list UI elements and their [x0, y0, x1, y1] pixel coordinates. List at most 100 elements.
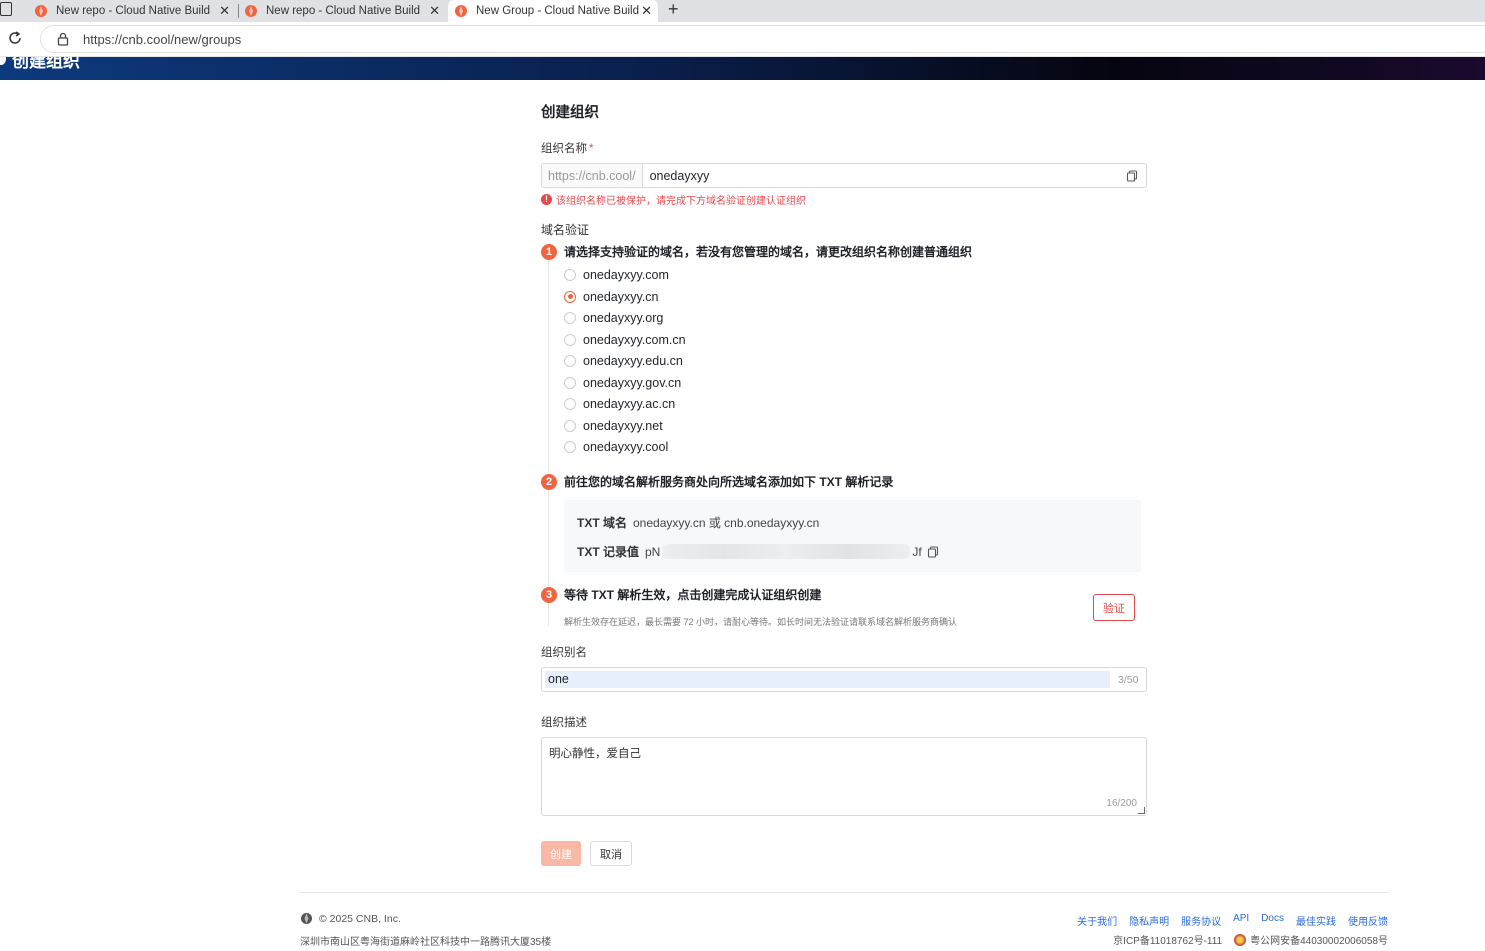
tab-title: New Group - Cloud Native Build	[476, 5, 639, 17]
txt-record-value-suffix: Jf	[912, 544, 922, 559]
domain-option[interactable]: onedayxyy.net	[564, 419, 663, 433]
browser-tab-1[interactable]: New repo - Cloud Native Build ✕	[28, 0, 236, 22]
copy-icon[interactable]	[927, 545, 939, 558]
radio-button[interactable]	[564, 312, 576, 324]
url-input[interactable]: https://cnb.cool/new/groups	[40, 25, 1485, 53]
radio-button[interactable]	[564, 419, 576, 432]
lock-icon[interactable]	[56, 32, 70, 46]
close-tab-icon[interactable]: ✕	[429, 3, 440, 19]
page-title: 创建组织	[541, 105, 599, 121]
step-1: 1 请选择支持验证的域名，若没有您管理的域名，请更改组织名称创建普通组织	[541, 243, 972, 260]
required-mark: *	[589, 143, 594, 155]
domain-option[interactable]: onedayxyy.com	[564, 268, 669, 282]
domain-option[interactable]: onedayxyy.gov.cn	[564, 376, 681, 390]
page-banner: 创建组织	[0, 57, 1485, 80]
radio-button[interactable]	[564, 376, 576, 389]
txt-domain-row: TXT 域名 onedayxyy.cn 或 cnb.onedayxyy.cn	[577, 514, 819, 531]
window-menu-icon[interactable]	[0, 2, 12, 16]
step-connector-line	[548, 602, 549, 626]
description-textarea[interactable]: 明心静性，爱自己 16/200	[541, 737, 1147, 816]
browser-tab-bar: New repo - Cloud Native Build ✕ New repo…	[0, 0, 1485, 22]
tab-title: New repo - Cloud Native Build	[266, 5, 421, 17]
cancel-button[interactable]: 取消	[590, 841, 632, 866]
footer-link-privacy[interactable]: 隐私声明	[1129, 913, 1169, 928]
alias-value[interactable]: one	[545, 671, 1110, 688]
url-text: https://cnb.cool/new/groups	[83, 31, 242, 47]
step-3-hint: 解析生效存在延迟，最长需要 72 小时，请耐心等待。如长时间无法验证请联系域名解…	[564, 617, 958, 627]
domain-label: onedayxyy.edu.cn	[583, 354, 683, 368]
footer-link-best-practices[interactable]: 最佳实践	[1296, 913, 1336, 928]
tab-title: New repo - Cloud Native Build	[56, 5, 211, 17]
browser-tab-3-active[interactable]: New Group - Cloud Native Build ✕	[448, 0, 658, 22]
description-value[interactable]: 明心静性，爱自己	[549, 745, 641, 761]
footer-link-api[interactable]: API	[1233, 913, 1249, 928]
cnb-logo-icon	[301, 913, 312, 924]
group-name-input[interactable]: https://cnb.cool/ onedayxyy	[541, 163, 1147, 188]
radio-button[interactable]	[564, 398, 576, 410]
radio-button[interactable]	[564, 333, 576, 346]
footer-link-terms[interactable]: 服务协议	[1181, 913, 1221, 928]
domain-option[interactable]: onedayxyy.cool	[564, 440, 668, 454]
radio-button[interactable]	[564, 441, 576, 453]
banner-title: 创建组织	[12, 57, 80, 71]
domain-verify-label: 域名验证	[541, 223, 590, 237]
group-name-label-text: 组织名称	[541, 143, 587, 155]
error-text: 该组织名称已被保护，请完成下方域名验证创建认证组织	[556, 196, 806, 207]
footer-link-docs[interactable]: Docs	[1261, 913, 1284, 928]
banner-logo	[0, 57, 6, 65]
txt-record-box: TXT 域名 onedayxyy.cn 或 cnb.onedayxyy.cn T…	[564, 500, 1141, 572]
step-number: 1	[541, 243, 557, 260]
alias-input[interactable]: one 3/50	[541, 667, 1147, 692]
step-connector-line	[548, 490, 549, 586]
domain-label: onedayxyy.cn	[583, 289, 659, 304]
domain-option[interactable]: onedayxyy.org	[564, 311, 663, 325]
icp-text[interactable]: 京ICP备11018762号-111	[1113, 932, 1222, 947]
create-button[interactable]: 创建	[541, 841, 581, 866]
footer-divider	[300, 892, 1388, 893]
domain-option[interactable]: onedayxyy.ac.cn	[564, 397, 675, 411]
txt-domain-value[interactable]: onedayxyy.cn 或 cnb.onedayxyy.cn	[633, 514, 819, 531]
police-record-text[interactable]: 粤公网安备44030002006058号	[1250, 932, 1388, 947]
domain-option[interactable]: onedayxyy.com.cn	[564, 333, 686, 347]
radio-button[interactable]	[564, 355, 576, 367]
alias-label: 组织别名	[541, 647, 587, 659]
radio-button-checked[interactable]	[564, 290, 576, 303]
step-2: 2 前往您的域名解析服务商处向所选域名添加如下 TXT 解析记录	[541, 473, 893, 490]
copyright-text: © 2025 CNB, Inc.	[319, 912, 401, 925]
domain-label: onedayxyy.gov.cn	[583, 375, 682, 390]
footer-copyright: © 2025 CNB, Inc.	[300, 912, 401, 925]
footer-link-about[interactable]: 关于我们	[1077, 913, 1117, 928]
close-tab-icon[interactable]: ✕	[219, 3, 230, 19]
police-badge-icon	[1234, 933, 1247, 946]
domain-label: onedayxyy.cool	[583, 440, 669, 454]
name-error-message: ! 该组织名称已被保护，请完成下方域名验证创建认证组织	[541, 192, 806, 207]
domain-label: onedayxyy.ac.cn	[583, 397, 676, 411]
new-tab-button[interactable]: +	[668, 0, 679, 20]
cnb-logo-icon	[455, 5, 467, 17]
cnb-logo-icon	[35, 5, 47, 17]
cnb-logo-icon	[245, 5, 257, 17]
domain-label: onedayxyy.com	[583, 268, 669, 282]
alias-counter: 3/50	[1118, 673, 1139, 686]
radio-button[interactable]	[564, 269, 576, 281]
description-label: 组织描述	[541, 717, 587, 729]
group-name-value[interactable]: onedayxyy	[650, 169, 1126, 183]
domain-label: onedayxyy.org	[583, 311, 664, 325]
address-bar: https://cnb.cool/new/groups	[0, 22, 1485, 57]
error-icon: !	[541, 194, 552, 205]
reload-icon[interactable]	[7, 30, 23, 46]
step-text: 前往您的域名解析服务商处向所选域名添加如下 TXT 解析记录	[564, 475, 894, 489]
resize-handle-icon[interactable]	[1138, 807, 1145, 814]
footer-link-feedback[interactable]: 使用反馈	[1348, 913, 1388, 928]
txt-domain-key: TXT 域名	[577, 516, 627, 530]
close-tab-icon[interactable]: ✕	[641, 3, 652, 19]
footer-address: 深圳市南山区粤海街道麻岭社区科技中一路腾讯大厦35楼	[300, 937, 552, 948]
step-text: 请选择支持验证的域名，若没有您管理的域名，请更改组织名称创建普通组织	[564, 245, 973, 259]
copy-icon[interactable]	[1126, 169, 1138, 182]
verify-button[interactable]: 验证	[1093, 594, 1135, 621]
group-name-label: 组织名称 *	[541, 140, 593, 156]
browser-tab-2[interactable]: New repo - Cloud Native Build ✕	[238, 0, 446, 22]
domain-option[interactable]: onedayxyy.edu.cn	[564, 354, 683, 368]
txt-record-value-prefix: pN	[645, 544, 661, 559]
domain-option[interactable]: onedayxyy.cn	[564, 290, 659, 304]
